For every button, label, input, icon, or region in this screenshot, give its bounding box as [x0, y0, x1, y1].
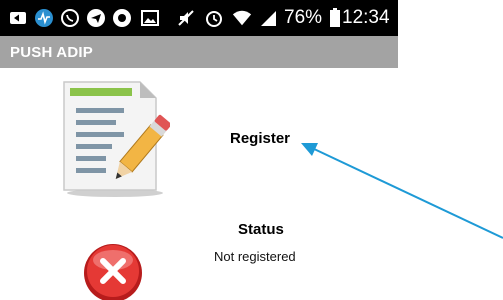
error-x-icon: [80, 240, 150, 300]
whatsapp-icon: [60, 8, 80, 28]
register-document-icon[interactable]: [60, 78, 172, 198]
back-icon: [8, 8, 28, 28]
clock-time: 12:34: [342, 7, 390, 28]
status-title: Status: [238, 221, 284, 238]
wifi-icon: [232, 8, 252, 28]
phone-screen: 76% 12:34 PUSH ADIP Register Status Not …: [0, 0, 398, 300]
mute-icon: [176, 8, 196, 28]
image-icon: [140, 8, 160, 28]
shield-icon: [112, 8, 132, 28]
telegram-icon: [86, 8, 106, 28]
alarm-icon: [204, 8, 224, 28]
activity-icon: [34, 8, 54, 28]
battery-percent: 76%: [284, 7, 323, 28]
status-value: Not registered: [214, 249, 296, 264]
status-bar: 76% 12:34: [0, 0, 398, 36]
signal-icon: [258, 8, 278, 28]
app-title: PUSH ADIP: [10, 44, 93, 61]
register-label[interactable]: Register: [230, 130, 290, 147]
app-bar: PUSH ADIP: [0, 36, 398, 68]
